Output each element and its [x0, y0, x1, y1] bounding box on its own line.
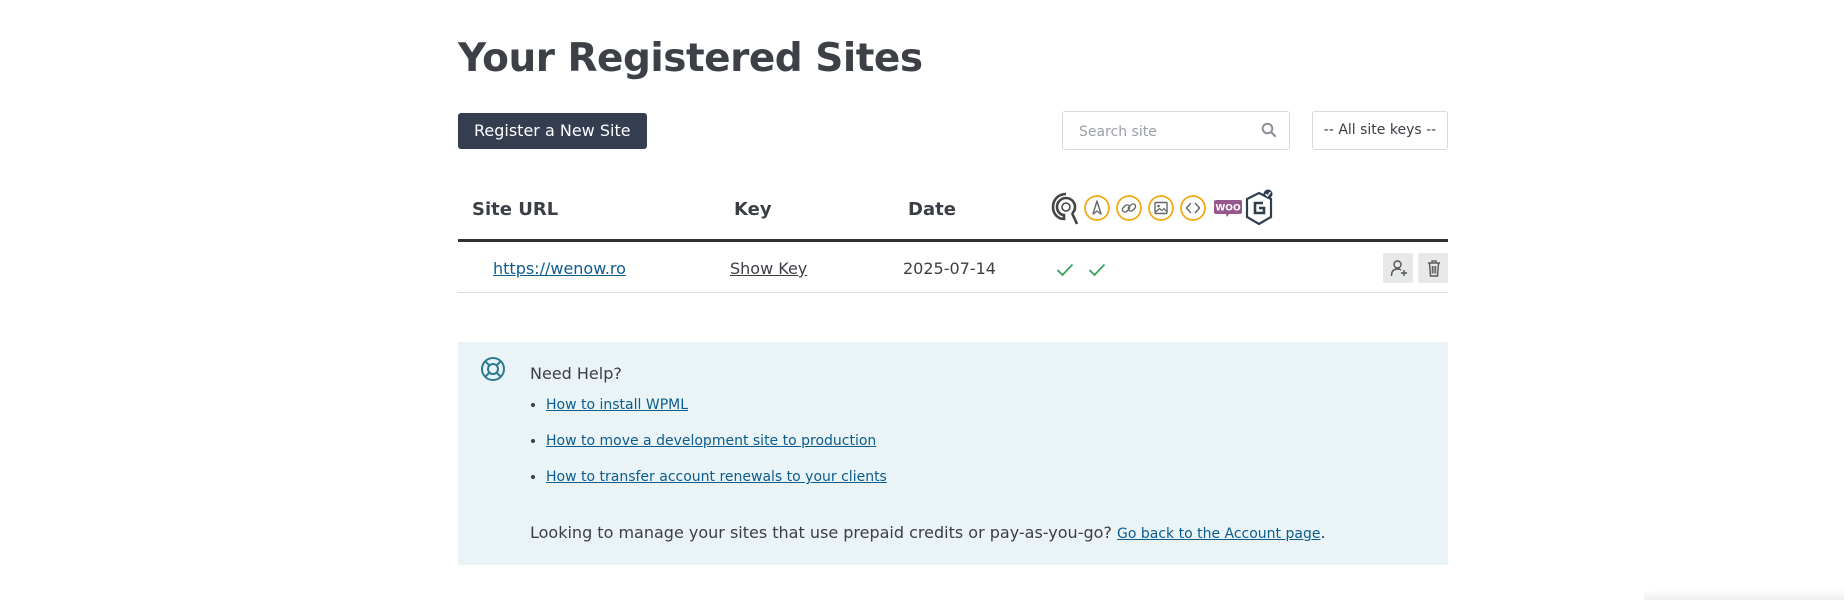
page: Your Registered Sites Register a New Sit… [0, 0, 1844, 600]
help-bottom-text: Looking to manage your sites that use pr… [530, 523, 1326, 542]
header-date: Date [908, 199, 956, 220]
site-keys-select[interactable]: -- All site keys -- [1312, 111, 1448, 150]
search-input[interactable] [1077, 112, 1251, 151]
search-box [1062, 111, 1290, 151]
support-icon [1051, 191, 1081, 229]
help-link-transfer-renewals[interactable]: How to transfer account renewals to your… [546, 469, 887, 485]
help-links-list: How to install WPML How to move a develo… [530, 397, 887, 505]
help-link-install-wpml[interactable]: How to install WPML [546, 397, 688, 413]
help-link-move-dev-site[interactable]: How to move a development site to produc… [546, 433, 876, 449]
help-panel: Need Help? How to install WPML How to mo… [458, 342, 1448, 565]
row-divider [458, 292, 1448, 293]
header-key: Key [734, 199, 772, 220]
link-icon [1115, 194, 1143, 226]
show-key-link[interactable]: Show Key [730, 259, 807, 278]
compass-icon [1083, 194, 1111, 226]
page-title: Your Registered Sites [458, 36, 923, 81]
help-title: Need Help? [530, 364, 622, 383]
assign-user-button[interactable] [1383, 253, 1413, 283]
table-header-divider [458, 239, 1448, 242]
search-icon[interactable] [1261, 122, 1277, 138]
list-item: How to transfer account renewals to your… [546, 469, 887, 505]
woo-text: WOO [1215, 204, 1241, 214]
code-icon [1179, 194, 1207, 226]
header-site-url: Site URL [472, 199, 559, 220]
plugin-badge-icon [1244, 189, 1276, 231]
register-new-site-button[interactable]: Register a New Site [458, 113, 647, 149]
delete-site-button[interactable] [1418, 253, 1448, 283]
site-url-link[interactable]: https://wenow.ro [493, 259, 626, 278]
check-icon [1088, 262, 1106, 277]
site-date: 2025-07-14 [903, 259, 996, 278]
corner-shadow [1644, 590, 1844, 600]
image-icon [1147, 194, 1175, 226]
woo-icon: WOO [1213, 199, 1243, 221]
check-icon [1056, 262, 1074, 277]
lifebuoy-icon [480, 356, 506, 382]
period: . [1320, 523, 1326, 542]
list-item: How to install WPML [546, 397, 887, 433]
prepaid-text: Looking to manage your sites that use pr… [530, 523, 1112, 542]
list-item: How to move a development site to produc… [546, 433, 887, 469]
account-page-link[interactable]: Go back to the Account page [1117, 526, 1320, 542]
